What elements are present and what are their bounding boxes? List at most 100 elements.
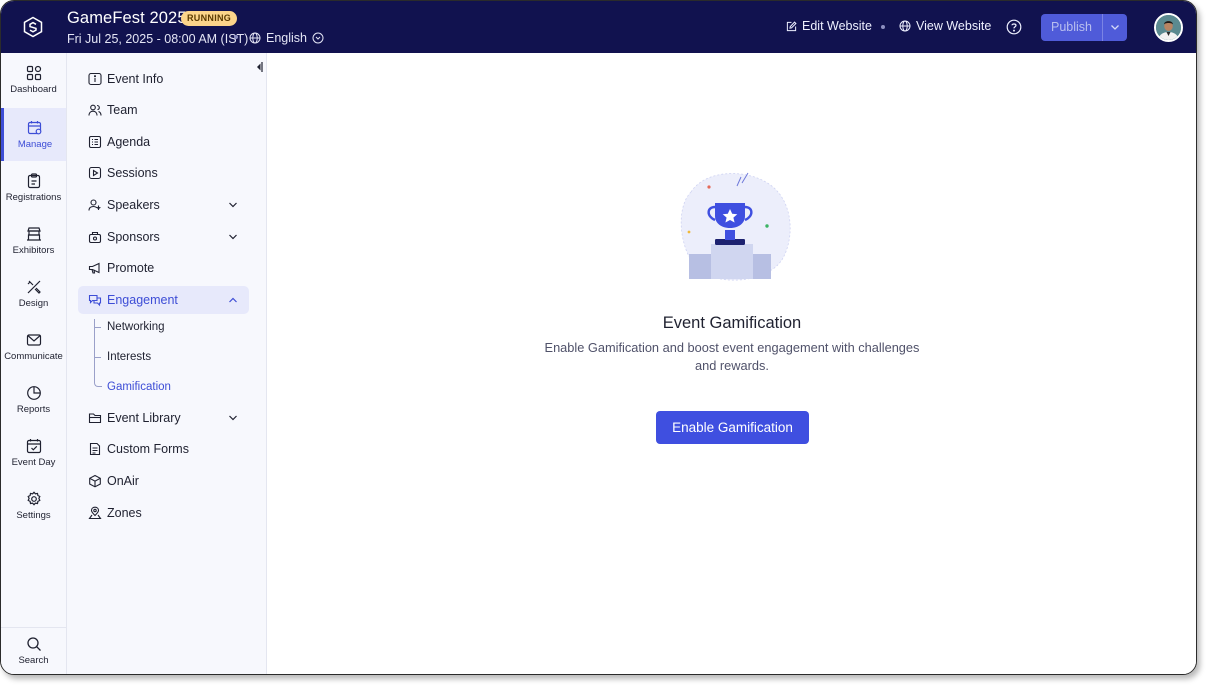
rail-item-communicate[interactable]: Communicate <box>1 320 66 373</box>
nav-item-sessions[interactable]: Sessions <box>78 159 249 187</box>
calendar-check-icon <box>26 438 41 453</box>
gear-icon <box>26 490 41 506</box>
nav-item-sponsors[interactable]: Sponsors <box>78 223 249 251</box>
nav-item-team[interactable]: Team <box>78 96 249 124</box>
nav-label: Agenda <box>107 135 151 149</box>
publish-split-button: Publish <box>1041 14 1127 41</box>
folder-icon <box>88 413 102 424</box>
nav-item-agenda[interactable]: Agenda <box>78 128 249 156</box>
rail-item-exhibitors[interactable]: Exhibitors <box>1 214 66 267</box>
nav-label: Engagement <box>107 293 178 307</box>
nav-item-custom-forms[interactable]: Custom Forms <box>78 435 249 463</box>
collapse-sidebar-icon[interactable] <box>254 61 264 73</box>
globe-icon <box>249 32 261 44</box>
nav-item-speakers[interactable]: Speakers <box>78 191 249 219</box>
rail-item-design[interactable]: Design <box>1 267 66 320</box>
view-website-button[interactable]: View Website <box>899 19 991 33</box>
pen-ruler-icon <box>27 280 41 294</box>
play-icon <box>88 166 102 180</box>
speaker-icon <box>88 199 101 211</box>
language-selector[interactable]: English <box>249 31 324 45</box>
rail-label: Design <box>18 297 49 309</box>
rail-item-settings[interactable]: Settings <box>1 479 66 532</box>
chevron-down-icon <box>229 202 237 208</box>
calendar-gear-icon <box>27 120 42 134</box>
rail-label: Settings <box>16 509 51 521</box>
empty-state-title: Event Gamification <box>662 314 802 332</box>
form-icon <box>89 442 101 456</box>
agenda-icon <box>88 135 102 149</box>
nav-label: Promote <box>107 261 155 275</box>
rail-label: Dashboard <box>10 83 57 95</box>
nav-item-onair[interactable]: OnAir <box>78 467 249 495</box>
rail-label: Search <box>18 654 49 666</box>
map-pin-icon <box>88 506 102 520</box>
nav-item-event-info[interactable]: Event Info <box>78 65 249 93</box>
chevron-down-icon <box>1111 25 1119 30</box>
booth-icon <box>26 226 41 241</box>
publish-options-button[interactable] <box>1102 14 1127 41</box>
nav-item-zones[interactable]: Zones <box>78 499 249 527</box>
nav-label: Sessions <box>107 166 158 180</box>
sub-item-gamification[interactable]: Gamification <box>107 381 171 393</box>
rail-item-event-day[interactable]: Event Day <box>1 426 66 479</box>
event-title: GameFest 2025 <box>67 9 187 27</box>
nav-label: Team <box>107 103 138 117</box>
rail-label: Registrations <box>5 191 62 203</box>
search-icon <box>26 636 41 651</box>
nav-item-engagement[interactable]: Engagement <box>78 286 249 314</box>
separator-dot <box>234 35 238 39</box>
tree-tick <box>95 357 101 358</box>
pie-chart-icon <box>26 385 41 400</box>
rail-label: Exhibitors <box>12 244 55 256</box>
rail-item-dashboard[interactable]: Dashboard <box>1 53 66 106</box>
help-icon[interactable] <box>1006 19 1022 35</box>
app-logo-icon[interactable] <box>21 15 45 39</box>
nav-item-promote[interactable]: Promote <box>78 254 249 282</box>
tree-tick <box>95 327 101 328</box>
tree-connector <box>94 319 102 387</box>
edit-icon <box>786 20 797 31</box>
globe-icon <box>899 20 911 32</box>
rail-item-manage[interactable]: Manage <box>1 108 66 161</box>
primary-rail: Dashboard Manage Registrations Exhibitor… <box>1 53 67 674</box>
sub-item-interests[interactable]: Interests <box>107 351 151 363</box>
chevron-up-icon <box>229 297 237 303</box>
enable-gamification-button[interactable]: Enable Gamification <box>656 411 809 444</box>
people-icon <box>88 104 102 116</box>
chevron-down-icon <box>229 234 237 240</box>
app-window: GameFest 2025 RUNNING Fri Jul 25, 2025 -… <box>0 0 1197 675</box>
edit-website-button[interactable]: Edit Website <box>786 19 872 33</box>
cube-icon <box>89 474 101 488</box>
nav-label: Event Library <box>107 411 181 425</box>
grid-icon <box>26 65 41 80</box>
rail-label: Event Day <box>11 456 56 468</box>
user-avatar[interactable] <box>1154 13 1183 42</box>
rail-item-reports[interactable]: Reports <box>1 373 66 426</box>
avatar-picture <box>1156 15 1181 40</box>
rail-label: Communicate <box>4 350 63 362</box>
main-content: Event Gamification Enable Gamification a… <box>267 53 1196 674</box>
chevron-down-circle-icon <box>312 32 324 44</box>
rail-label: Manage <box>17 138 53 150</box>
nav-label: Custom Forms <box>107 442 189 456</box>
language-label: English <box>266 31 307 45</box>
separator-dot <box>881 25 885 29</box>
nav-item-event-library[interactable]: Event Library <box>78 404 249 432</box>
nav-label: Event Info <box>107 72 164 86</box>
chevron-down-icon <box>229 415 237 421</box>
rail-label: Reports <box>16 403 51 415</box>
sub-item-networking[interactable]: Networking <box>107 321 165 333</box>
rail-item-search[interactable]: Search <box>1 624 66 674</box>
sponsor-icon <box>88 231 102 244</box>
trophy-illustration <box>680 172 791 281</box>
chat-icon <box>88 294 102 307</box>
top-bar: GameFest 2025 RUNNING Fri Jul 25, 2025 -… <box>1 1 1196 53</box>
nav-label: OnAir <box>107 474 139 488</box>
rail-item-registrations[interactable]: Registrations <box>1 161 66 214</box>
nav-label: Zones <box>107 506 142 520</box>
clipboard-icon <box>27 172 40 188</box>
publish-button[interactable]: Publish <box>1041 14 1102 41</box>
envelope-icon <box>26 333 41 346</box>
event-date: Fri Jul 25, 2025 - 08:00 AM (IST) <box>67 32 249 46</box>
